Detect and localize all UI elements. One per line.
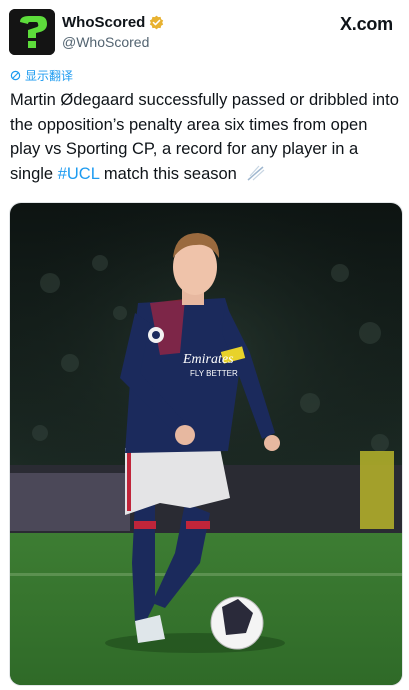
translate-icon [10,70,21,81]
account-handle[interactable]: @WhoScored [62,34,149,50]
translate-label: 显示翻译 [25,69,74,83]
account-name-row: WhoScored [62,14,164,31]
sparkle-emoji-icon [247,165,265,181]
tweet-image[interactable]: Emirates FLY BETTER [9,202,403,686]
x-logo[interactable]: X.com [340,14,393,35]
tweet-body-end: match this season [99,164,237,183]
tweet-header: WhoScored @WhoScored X.com [0,0,409,60]
account-name[interactable]: WhoScored [62,14,145,31]
account-avatar[interactable] [9,9,55,55]
shirt-sponsor-text: Emirates [182,352,234,367]
football-player-photo: Emirates FLY BETTER [10,203,402,685]
tweet-text: Martin Ødegaard successfully passed or d… [10,88,402,186]
shirt-sponsor-subtext: FLY BETTER [190,369,238,378]
verified-badge-icon [150,15,164,30]
hashtag-link[interactable]: #UCL [58,165,100,183]
translate-link[interactable]: 显示翻译 [10,67,73,84]
question-mark-logo-icon [9,9,55,55]
